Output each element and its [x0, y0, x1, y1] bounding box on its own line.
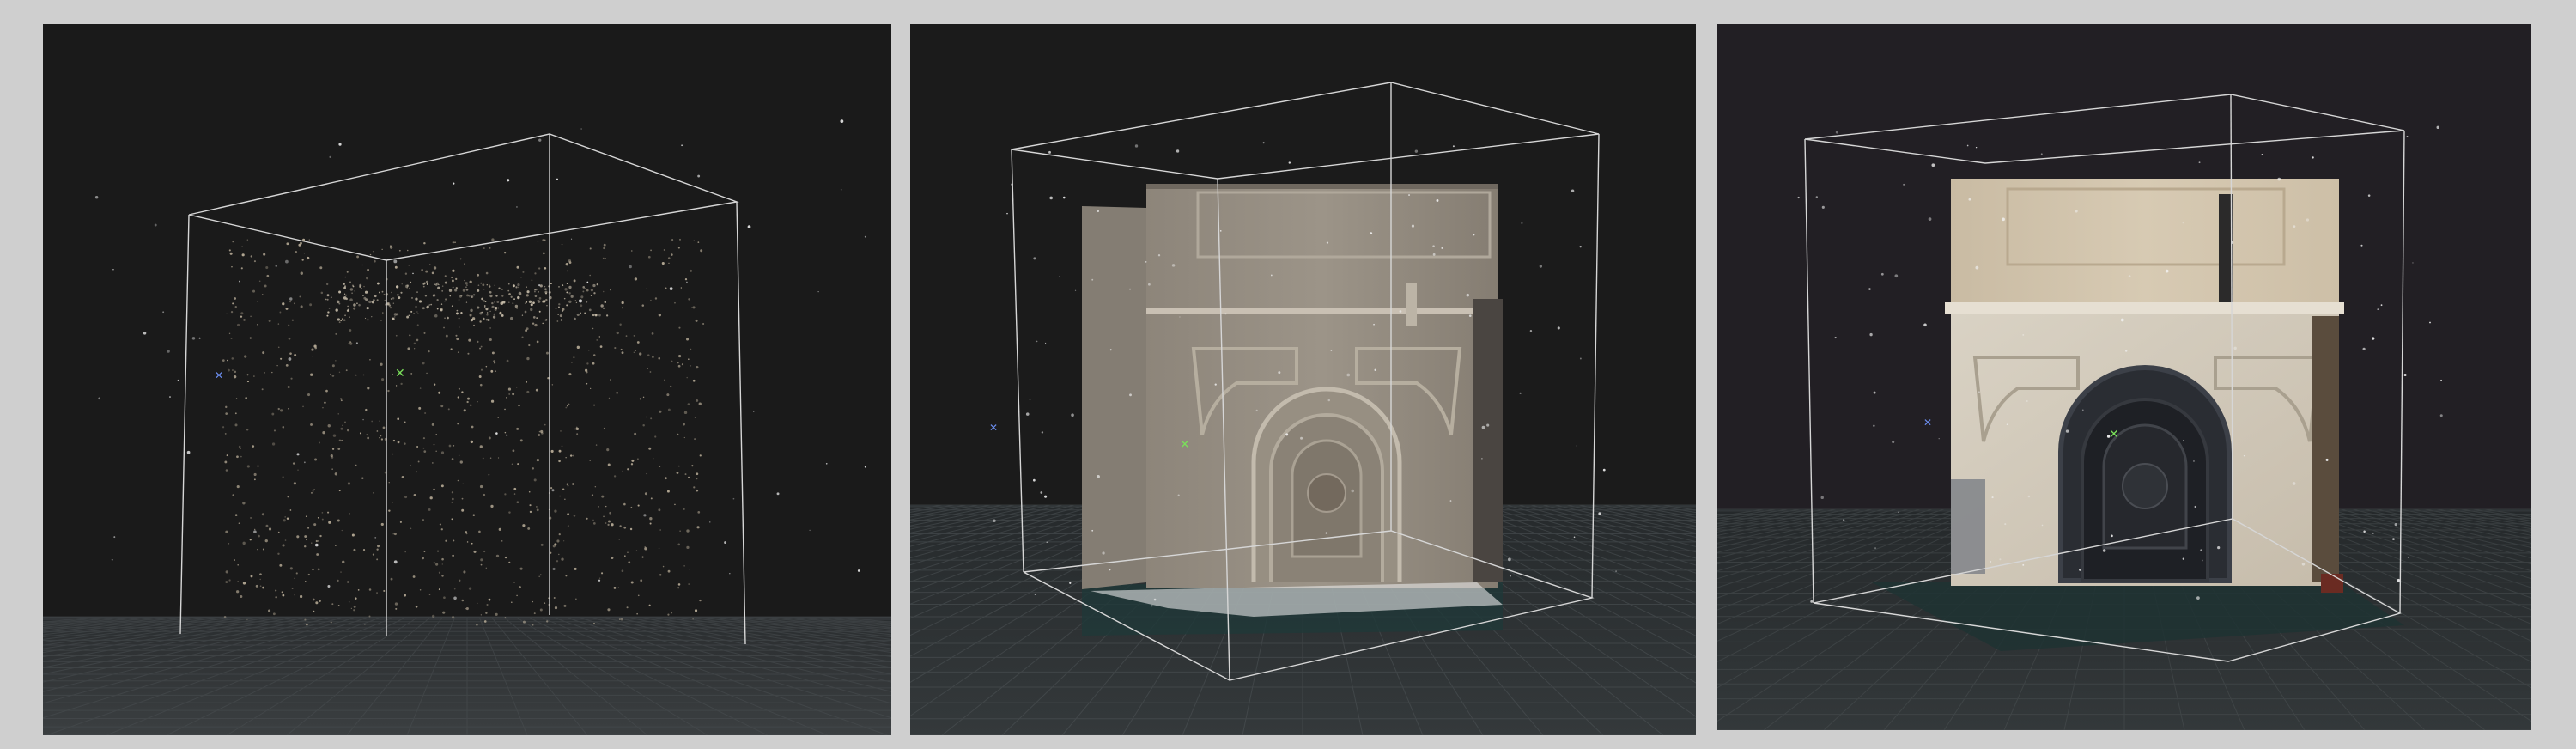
- camera-marker-icon[interactable]: ✕: [215, 369, 223, 381]
- svg-text:✕: ✕: [1180, 438, 1190, 452]
- sparse-scene: ✕ ✕: [43, 24, 891, 735]
- fireplace-model: [1082, 184, 1503, 636]
- ground-grid: [43, 616, 891, 735]
- svg-text:✕: ✕: [395, 367, 405, 381]
- camera-marker-icon[interactable]: ✕: [989, 422, 998, 434]
- fireplace-model: [1872, 179, 2404, 651]
- textured-scene: ✕ ✕: [1717, 24, 2531, 730]
- viewport-textured-mesh[interactable]: ✕ ✕: [1717, 24, 2531, 730]
- dense-scene: ✕ ✕: [910, 24, 1696, 735]
- pivot-marker-icon[interactable]: ✕: [1180, 438, 1190, 452]
- svg-text:✕: ✕: [2109, 428, 2119, 441]
- svg-text:✕: ✕: [1923, 417, 1932, 429]
- pivot-marker-icon[interactable]: ✕: [395, 367, 405, 381]
- svg-text:✕: ✕: [215, 369, 223, 381]
- camera-marker-icon[interactable]: ✕: [1923, 417, 1932, 429]
- svg-text:✕: ✕: [989, 422, 998, 434]
- viewport-sparse-point-cloud[interactable]: ✕ ✕: [43, 24, 891, 735]
- pivot-marker-icon[interactable]: ✕: [2109, 428, 2119, 441]
- viewport-dense-point-cloud[interactable]: ✕ ✕: [910, 24, 1696, 735]
